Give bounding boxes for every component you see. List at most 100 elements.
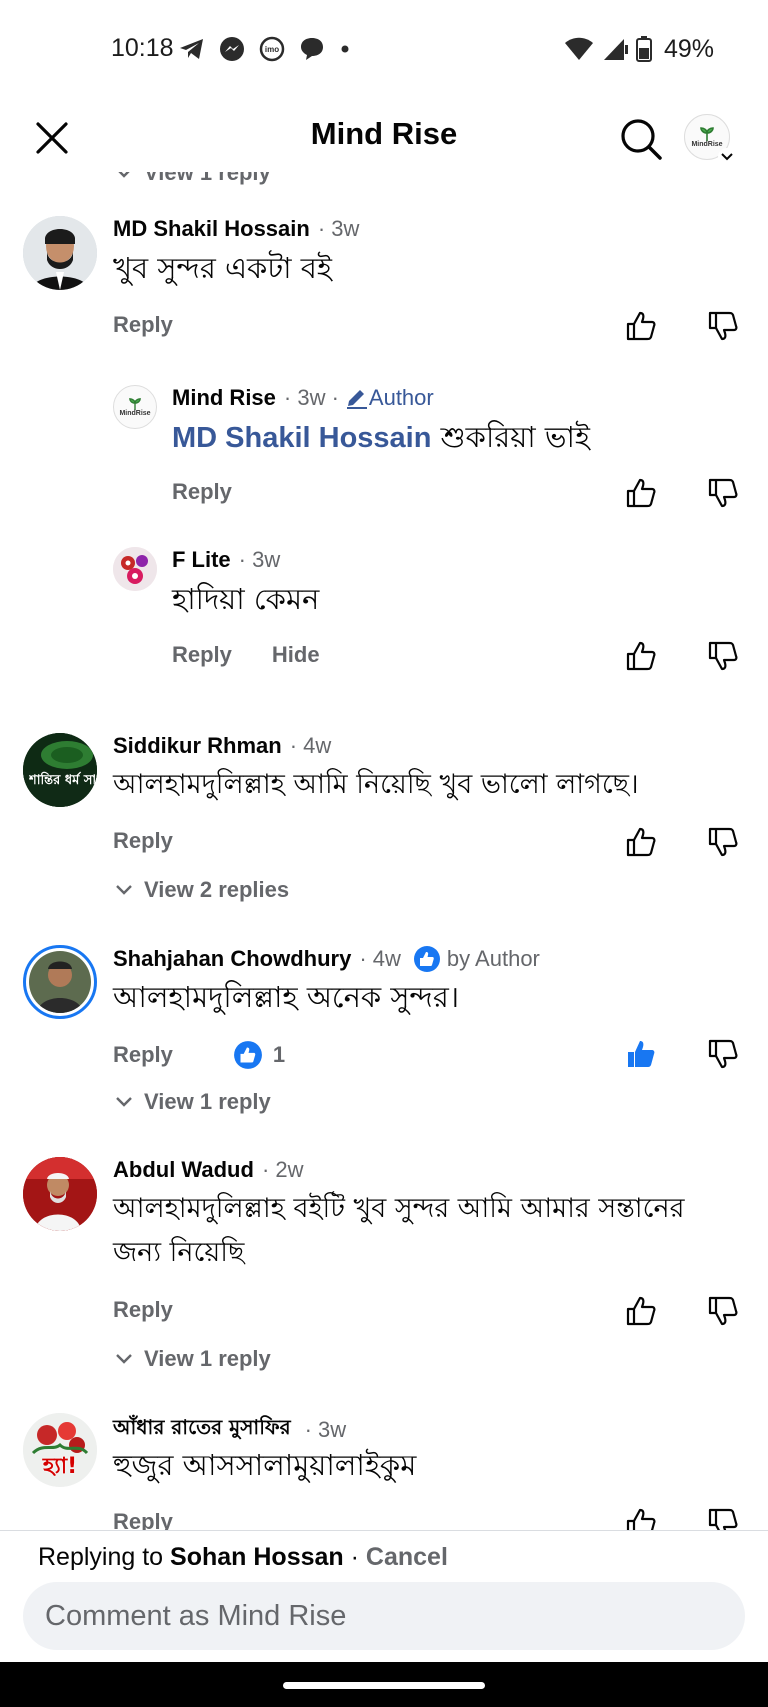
chevron-down-icon <box>718 148 736 166</box>
thumbs-up-filled-icon <box>628 1041 655 1067</box>
like-reaction-icon <box>233 1041 262 1069</box>
avatar-text: MindRise <box>119 409 151 417</box>
comment-header: Mind Rise · 3w · Author <box>172 385 434 411</box>
avatar[interactable] <box>23 216 97 290</box>
thumbs-down-icon <box>708 1039 738 1069</box>
comment-text: MD Shakil Hossain শুকরিয়া ভাই <box>172 415 590 460</box>
view-replies-link[interactable]: View 2 replies <box>114 877 289 903</box>
reaction-count[interactable]: 1 <box>233 1040 285 1070</box>
commenter-name[interactable]: আঁধার রাতের মুসাফির <box>113 1413 291 1446</box>
comment-reply: F Lite · 3w হাদিয়া কেমন Reply Hide <box>0 547 768 697</box>
comment-time: · 3w <box>304 1416 347 1442</box>
comment: হ্যা! আঁধার রাতের মুসাফির · 3w হুজুর আসস… <box>0 1413 768 1530</box>
downvote-button[interactable] <box>703 636 743 676</box>
profile-switcher[interactable]: MindRise <box>684 114 736 166</box>
like-badge-icon <box>413 946 440 972</box>
comment-text: আলহামদুলিল্লাহ অনেক সুন্দর। <box>113 980 460 1014</box>
telegram-icon <box>180 39 203 59</box>
upvote-button[interactable] <box>621 306 661 346</box>
comment-header: Abdul Wadud · 2w <box>113 1157 304 1183</box>
status-time: 10:18 <box>111 34 174 62</box>
comment-actions: Reply <box>113 1297 173 1323</box>
mention-link[interactable]: MD Shakil Hossain <box>172 422 431 454</box>
avatar[interactable]: MindRise <box>113 385 157 429</box>
battery-icon <box>635 36 652 62</box>
downvote-button[interactable] <box>703 822 743 862</box>
battery-percent: 49% <box>663 34 714 63</box>
comment-text: হুজুর আসসালামুয়ালাইকুম <box>113 1448 417 1482</box>
wifi-icon <box>564 37 593 60</box>
comment: শান্তির ধর্ম সালাম Siddikur Rhman · 4w আ… <box>0 733 768 933</box>
comment-actions: Reply <box>113 828 173 854</box>
commenter-name[interactable]: F Lite <box>172 547 231 573</box>
commenter-name[interactable]: Abdul Wadud <box>113 1157 254 1183</box>
downvote-button[interactable] <box>703 1291 743 1331</box>
upvote-button[interactable] <box>621 1291 661 1331</box>
comment-text-line-1: আলহামদুলিল্লাহ বইটি খুব সুন্দর আমি আমার … <box>113 1193 685 1224</box>
author-badge-label: Author <box>368 385 434 410</box>
comment-header: MD Shakil Hossain · 3w <box>113 216 359 242</box>
comment: Abdul Wadud · 2w আলহামদুলিল্লাহ বইটি খুব… <box>0 1157 768 1397</box>
commenter-name[interactable]: MD Shakil Hossain <box>113 216 310 242</box>
search-icon <box>621 119 662 160</box>
upvote-button-active[interactable] <box>621 1034 661 1074</box>
cancel-reply-button[interactable]: Cancel <box>366 1543 448 1571</box>
chat-bubble-icon <box>301 38 323 60</box>
avatar-text: হ্যা! <box>42 1454 78 1479</box>
downvote-button[interactable] <box>703 1503 743 1530</box>
view-replies-link[interactable]: View 1 reply <box>114 172 271 186</box>
reply-button[interactable]: Reply <box>113 1297 173 1323</box>
commenter-name[interactable]: Siddikur Rhman <box>113 733 282 759</box>
reply-button[interactable]: Reply <box>113 1509 173 1530</box>
reply-button[interactable]: Reply <box>113 1042 173 1068</box>
upvote-button[interactable] <box>621 636 661 676</box>
author-badge: Author <box>345 385 434 411</box>
commenter-name[interactable]: Shahjahan Chowdhury <box>113 946 351 972</box>
avatar[interactable]: শান্তির ধর্ম সালাম <box>23 733 97 807</box>
reply-button[interactable]: Reply <box>172 479 232 505</box>
commenter-name[interactable]: Mind Rise <box>172 385 276 411</box>
comment: Shahjahan Chowdhury · 4w by Author আলহাম… <box>0 945 768 1145</box>
comment-input[interactable] <box>23 1582 745 1650</box>
comment-reply: MindRise Mind Rise · 3w · Author MD Shak… <box>0 385 768 535</box>
hide-button[interactable]: Hide <box>272 642 320 668</box>
downvote-button[interactable] <box>703 1034 743 1074</box>
comment-text: আলহামদুলিল্লাহ আমি নিয়েছি খুব ভালো লাগছ… <box>113 769 639 800</box>
chevron-down-icon <box>116 1097 132 1107</box>
comment-header: Siddikur Rhman · 4w <box>113 733 331 759</box>
comment-time: · 4w <box>359 946 401 971</box>
avatar[interactable] <box>113 547 157 591</box>
replying-to-prefix: Replying to <box>38 1543 171 1571</box>
comment-text-line-2: জন্য নিয়েছি <box>113 1237 245 1268</box>
upvote-button[interactable] <box>621 473 661 513</box>
reply-button[interactable]: Reply <box>113 828 173 854</box>
separator: · <box>343 1543 366 1571</box>
like-count: 1 <box>272 1042 286 1067</box>
view-replies-link[interactable]: View 1 reply <box>114 1089 271 1115</box>
avatar[interactable]: হ্যা! <box>23 1413 97 1487</box>
avatar[interactable] <box>23 1157 97 1231</box>
thumbs-down-icon <box>708 1508 738 1530</box>
comment-actions: Reply <box>113 312 173 338</box>
upvote-button[interactable] <box>621 1503 661 1530</box>
upvote-button[interactable] <box>621 822 661 862</box>
top-app-bar: Mind Rise MindRise <box>0 96 768 180</box>
avatar[interactable] <box>23 945 97 1019</box>
comments-list[interactable]: View 1 reply MD Shakil Hossain · 3w খুব … <box>0 172 768 1530</box>
downvote-button[interactable] <box>703 306 743 346</box>
chevron-down-icon <box>116 885 132 895</box>
thumbs-down-icon <box>708 827 738 857</box>
view-replies-link[interactable]: View 1 reply <box>114 1346 271 1372</box>
downvote-button[interactable] <box>703 473 743 513</box>
comment-text: খুব সুন্দর একটা বই <box>113 251 333 285</box>
system-icons: 49% <box>564 34 714 64</box>
chevron-down-icon <box>116 1354 132 1364</box>
view-replies-label: View 2 replies <box>144 877 290 902</box>
search-button[interactable] <box>616 114 666 164</box>
reply-button[interactable]: Reply <box>113 312 173 338</box>
reply-button[interactable]: Reply <box>172 642 232 668</box>
home-gesture-handle[interactable] <box>283 1682 485 1689</box>
comment-actions: Reply Hide <box>172 642 320 668</box>
imo-icon: imo <box>259 36 285 62</box>
liked-by-author-label: by Author <box>446 946 540 971</box>
